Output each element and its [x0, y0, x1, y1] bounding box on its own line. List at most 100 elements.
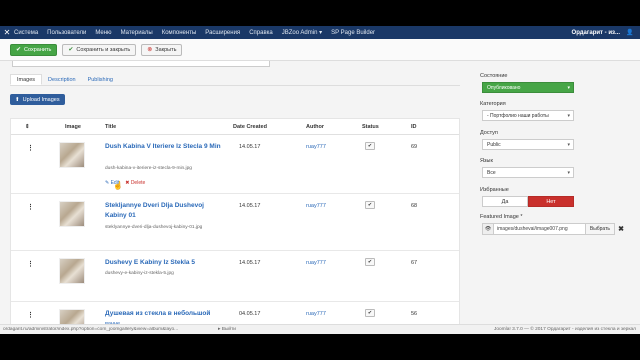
title-input[interactable] — [12, 61, 270, 67]
tab-divider — [10, 85, 460, 86]
tab-publishing[interactable]: Publishing — [82, 74, 119, 85]
save-button-label: Сохранить — [24, 46, 52, 53]
status-checkbox[interactable]: ✔ — [365, 309, 375, 317]
col-date[interactable]: Date Created — [233, 124, 267, 130]
featured-no[interactable]: Нет — [528, 196, 574, 207]
col-image[interactable]: Image — [65, 124, 81, 130]
table-header: ⇕ Image Title Date Created Author Status… — [11, 119, 459, 135]
toolbar: ✔ Сохранить ✔ Сохранить и закрыть ⊗ Закр… — [0, 39, 640, 61]
top-navigation: ✕ Система Пользователи Меню Материалы Ко… — [0, 26, 640, 39]
joomla-logo-icon[interactable]: ✕ — [0, 28, 14, 37]
author-link[interactable]: ruay777 — [306, 144, 326, 150]
status-checkbox[interactable]: ✔ — [365, 142, 375, 150]
tab-description[interactable]: Description — [42, 74, 82, 85]
category-select[interactable]: - Портфолио наши работы ▾ — [482, 110, 574, 121]
date-created: 14.05.17 — [239, 203, 261, 209]
image-thumbnail[interactable] — [59, 142, 85, 168]
drag-handle-icon[interactable]: ⋮ — [27, 144, 34, 152]
author-link[interactable]: ruay777 — [306, 203, 326, 209]
save-button[interactable]: ✔ Сохранить — [10, 43, 58, 56]
nav-help[interactable]: Справка — [249, 30, 273, 36]
featured-yes[interactable]: Да — [482, 196, 528, 207]
nav-users[interactable]: Пользователи — [47, 30, 86, 36]
clear-icon[interactable]: ✖ — [615, 223, 627, 235]
user-menu-icon[interactable]: 👤 — [626, 29, 636, 36]
upload-label: Upload Images — [22, 96, 60, 103]
status-url: ordagarit.ru/administrator/index.php?opt… — [3, 327, 208, 332]
image-filename: steklyannye-dveri-dlja-dushevoj-kabiny-0… — [105, 225, 203, 230]
chevron-down-icon: ▾ — [567, 112, 570, 119]
image-filename: dush-kabina-v-iteriere-iz-stecla-9-min.j… — [105, 166, 192, 171]
upload-icon: ⬆ — [15, 96, 20, 103]
date-created: 04.05.17 — [239, 311, 261, 317]
language-label: Язык — [480, 158, 493, 164]
access-select[interactable]: Public ▾ — [482, 139, 574, 150]
sort-icon[interactable]: ⇕ — [25, 124, 30, 130]
col-id[interactable]: ID — [411, 124, 417, 130]
image-id: 67 — [411, 260, 418, 266]
access-value: Public — [487, 141, 501, 148]
admin-screen: ✕ Система Пользователи Меню Материалы Ко… — [0, 26, 640, 334]
eye-icon[interactable]: 👁 — [482, 223, 494, 235]
drag-handle-icon[interactable]: ⋮ — [27, 203, 34, 211]
nav-extensions[interactable]: Расширения — [205, 30, 240, 36]
featured-image-field: 👁 images/dushevai/image007.png Выбрать ✖ — [482, 223, 627, 235]
image-title-link[interactable]: Dush Kabina V Iteriere Iz Stecla 9 Min — [105, 142, 223, 152]
status-checkbox[interactable]: ✔ — [365, 258, 375, 266]
nav-components[interactable]: Компоненты — [162, 30, 197, 36]
nav-sp-page-builder[interactable]: SP Page Builder — [331, 30, 375, 36]
state-select[interactable]: Опубликовано ▾ — [482, 82, 574, 93]
close-button[interactable]: ⊗ Закрыть — [141, 43, 183, 56]
mouse-cursor-icon: ☝ — [113, 181, 123, 190]
close-label: Закрыть — [155, 46, 177, 53]
browse-button[interactable]: Выбрать — [585, 223, 615, 235]
nav-system[interactable]: Система — [14, 30, 38, 36]
category-label: Категория — [480, 101, 506, 107]
drag-handle-icon[interactable]: ⋮ — [27, 260, 34, 268]
col-status[interactable]: Status — [362, 124, 379, 130]
date-created: 14.05.17 — [239, 144, 261, 150]
save-icon: ✔ — [16, 47, 22, 53]
image-id: 68 — [411, 203, 418, 209]
category-value: - Портфолио наши работы — [487, 112, 549, 119]
col-author[interactable]: Author — [306, 124, 324, 130]
featured-image-path[interactable]: images/dushevai/image007.png — [494, 223, 586, 235]
copyright-text: Joomla! 3.7.0 — © 2017 Ордагарит - издел… — [493, 327, 636, 332]
image-id: 69 — [411, 144, 418, 150]
close-icon: ⊗ — [147, 47, 153, 53]
featured-image-label: Featured Image * — [480, 214, 523, 220]
status-footer: ordagarit.ru/administrator/index.php?opt… — [0, 324, 640, 334]
language-select[interactable]: Все ▾ — [482, 167, 574, 178]
status-checkbox[interactable]: ✔ — [365, 201, 375, 209]
image-title-link[interactable]: Dushevy E Kabiny Iz Stekla 5 — [105, 258, 245, 268]
table-row: ⋮ Dush Kabina V Iteriere Iz Stecla 9 Min… — [11, 136, 459, 194]
image-title-link[interactable]: Stekljannye Dveri Dlja Dushevoj Kabiny 0… — [105, 201, 227, 221]
image-thumbnail[interactable] — [59, 201, 85, 227]
save-close-button[interactable]: ✔ Сохранить и закрыть — [62, 43, 137, 56]
nav-menus[interactable]: Меню — [95, 30, 111, 36]
nav-jbzoo-admin[interactable]: JBZoo Admin ▾ — [282, 29, 322, 36]
featured-toggle: Да Нет — [482, 196, 574, 207]
col-title[interactable]: Title — [105, 124, 116, 130]
drag-handle-icon[interactable]: ⋮ — [27, 311, 34, 319]
site-link[interactable]: Ордагарит - из... — [572, 30, 620, 36]
date-created: 14.05.17 — [239, 260, 261, 266]
table-row: ⋮ Stekljannye Dveri Dlja Dushevoj Kabiny… — [11, 195, 459, 251]
logout-link[interactable]: ▸ Выйти — [218, 327, 236, 332]
image-id: 56 — [411, 311, 418, 317]
tab-images[interactable]: Images — [10, 74, 43, 85]
delete-link[interactable]: ✖ Delete — [125, 180, 145, 186]
author-link[interactable]: ruay777 — [306, 260, 326, 266]
access-label: Доступ — [480, 130, 498, 136]
chevron-down-icon: ▾ — [567, 141, 570, 148]
save-close-label: Сохранить и закрыть — [76, 46, 131, 53]
images-table: ⇕ Image Title Date Created Author Status… — [10, 118, 460, 334]
chevron-down-icon: ▾ — [567, 169, 570, 176]
nav-content[interactable]: Материалы — [121, 30, 153, 36]
image-thumbnail[interactable] — [59, 258, 85, 284]
state-label: Состояние — [480, 73, 508, 79]
author-link[interactable]: ruay777 — [306, 311, 326, 317]
title-area — [0, 61, 640, 73]
upload-images-button[interactable]: ⬆ Upload Images — [10, 94, 65, 105]
image-title-link[interactable]: Душевая из стекла в небольшой — [105, 309, 245, 319]
